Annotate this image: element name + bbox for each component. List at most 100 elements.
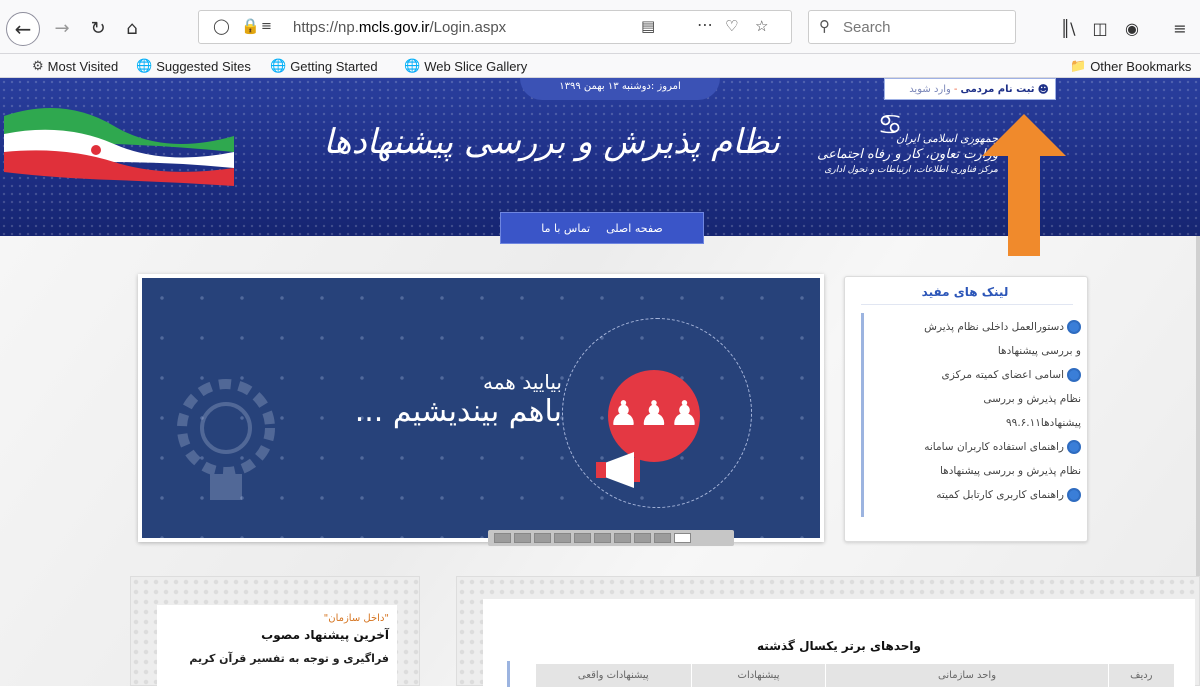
latest-tag: "داخل سازمان" (323, 613, 389, 624)
main-nav: صفحه اصلی تماس با ما (500, 212, 704, 244)
site-title: نظام پذیرش و بررسی پیشنهادها (323, 122, 780, 162)
people-icon: ♟♟♟ (608, 394, 700, 434)
ministry-line-3: مرکز فناوری اطلاعات، ارتباطات و تحول ادا… (824, 165, 998, 175)
useful-links-panel: لینک های مفید دستورالعمل داخلی نظام پذیر… (844, 276, 1088, 542)
reload-button[interactable]: ↻ (84, 14, 112, 42)
slider-dot[interactable] (574, 533, 591, 543)
col-row: ردیف (1107, 663, 1176, 688)
useful-link-label: اسامی اعضای کمیته مرکزی (941, 369, 1064, 381)
bookmark-other-bookmarks[interactable]: 📁 Other Bookmarks (1070, 58, 1191, 74)
top-units-panel: واحدهای برتر یکسال گذشته ردیف واحد سازما… (456, 576, 1200, 688)
slide-text: بیایید همه باهم بیندیشیم ... (354, 370, 562, 429)
useful-links-list: دستورالعمل داخلی نظام پذیرش و بررسی پیشنه… (861, 315, 1081, 507)
back-button[interactable]: ← (6, 12, 40, 46)
home-button[interactable]: ⌂ (118, 14, 146, 42)
menu-icon[interactable]: ≡ (1166, 14, 1194, 42)
top-units-table: ردیف واحد سازمانی پیشنهادات پیشنهادات وا… (535, 663, 1176, 688)
gear-icon: ⚙ (32, 58, 44, 73)
slider-dot[interactable] (494, 533, 511, 543)
slider-dot[interactable] (554, 533, 571, 543)
top-units-title: واحدهای برتر یکسال گذشته (757, 639, 921, 653)
sidebar-icon[interactable]: ◫ (1086, 14, 1114, 42)
globe-icon: 🌐 (136, 58, 153, 73)
speech-bubble: ♟♟♟ (608, 370, 700, 462)
library-icon[interactable]: ║\ (1054, 14, 1082, 42)
bookmarks-bar: ⚙ Most Visited 🌐 Suggested Sites 🌐 Getting … (0, 54, 1200, 78)
globe-icon (1067, 368, 1081, 382)
iran-flag-icon (4, 108, 234, 186)
useful-link-label: دستورالعمل داخلی نظام پذیرش (924, 321, 1064, 333)
useful-link-item[interactable]: اسامی اعضای کمیته مرکزی (861, 363, 1081, 387)
idea-gear-icon (177, 379, 275, 500)
lock-icon[interactable]: 🔒 (241, 17, 260, 35)
useful-link-item[interactable]: پیشنهادها۹۹.۶.۱۱ (861, 411, 1081, 435)
globe-icon: 🌐 (404, 58, 421, 73)
annotation-arrow (982, 114, 1066, 256)
useful-link-label: نظام پذیرش و بررسی (983, 393, 1081, 405)
ministry-line-2: وزارت تعاون، کار و رفاه اجتماعی (817, 147, 998, 162)
address-bar[interactable]: ◯ 🔒 ≡ https://np.mcls.gov.ir/Login.aspx … (198, 10, 792, 44)
reader-view-icon[interactable]: ▤ (641, 17, 655, 35)
page-actions-icon[interactable]: ⋯ (697, 15, 713, 34)
ministry-line-1: جمهوری اسلامی ایران (895, 132, 998, 145)
useful-link-item[interactable]: دستورالعمل داخلی نظام پذیرش (861, 315, 1081, 339)
forward-button[interactable]: → (48, 14, 76, 42)
useful-link-item[interactable]: و بررسی پیشنهادها (861, 339, 1081, 363)
account-icon[interactable]: ◉ (1118, 14, 1146, 42)
slider-dot[interactable] (594, 533, 611, 543)
bookmark-suggested-sites[interactable]: 🌐 Suggested Sites (136, 58, 251, 74)
nav-home[interactable]: صفحه اصلی (606, 222, 663, 235)
col-real-suggestions: پیشنهادات واقعی (535, 663, 692, 688)
latest-title: آخرین پیشنهاد مصوب (261, 628, 389, 642)
slider-dot[interactable] (634, 533, 651, 543)
slide-line-1: بیایید همه (483, 370, 562, 394)
pocket-icon[interactable]: ♡ (725, 17, 738, 35)
search-placeholder: Search (843, 19, 891, 36)
search-icon: ⚲ (819, 17, 830, 35)
slider-dot[interactable] (614, 533, 631, 543)
globe-icon (1067, 440, 1081, 454)
slide[interactable]: بیایید همه باهم بیندیشیم ... ♟♟♟ (142, 278, 820, 538)
col-suggestions: پیشنهادات (690, 663, 827, 688)
bookmark-getting-started[interactable]: 🌐 Getting Started (270, 58, 378, 74)
useful-link-label: پیشنهادها۹۹.۶.۱۱ (1006, 417, 1081, 429)
nav-contact[interactable]: تماس با ما (541, 222, 590, 235)
ministry-logo-text: جمهوری اسلامی ایران وزارت تعاون، کار و ر… (798, 132, 998, 175)
bookmark-web-slice-gallery[interactable]: 🌐 Web Slice Gallery (404, 58, 527, 74)
bookmark-star-icon[interactable]: ☆ (755, 17, 768, 35)
login-link[interactable]: وارد شوید (909, 84, 951, 95)
useful-link-label: و بررسی پیشنهادها (997, 345, 1081, 357)
latest-item[interactable]: فراگیری و توجه به تفسیر قرآن کریم (165, 652, 389, 665)
shield-icon[interactable]: ◯ (213, 17, 230, 35)
useful-link-item[interactable]: راهنمای کاربری کارتابل کمیته (861, 483, 1081, 507)
folder-icon: 📁 (1070, 58, 1087, 73)
slide-line-2: باهم بیندیشیم ... (354, 394, 562, 429)
register-link[interactable]: ثبت نام مردمی (960, 84, 1034, 95)
col-unit: واحد سازمانی (825, 663, 1109, 688)
user-icon: ☻ (1037, 82, 1049, 96)
slider-dot[interactable] (654, 533, 671, 543)
globe-icon (1067, 320, 1081, 334)
slider-pager (488, 530, 734, 546)
globe-icon (1067, 488, 1081, 502)
current-date: امروز :دوشنبه ۱۳ بهمن ۱۳۹۹ (520, 78, 720, 100)
useful-link-label: نظام پذیرش و بررسی پیشنهادها (939, 465, 1081, 477)
useful-link-item[interactable]: نظام پذیرش و بررسی (861, 387, 1081, 411)
useful-link-label: راهنمای کاربری کارتابل کمیته (936, 489, 1064, 501)
megaphone-icon (596, 452, 640, 488)
url-text[interactable]: https://np.mcls.gov.ir/Login.aspx (293, 19, 506, 36)
slider-dot[interactable] (534, 533, 551, 543)
image-slider[interactable]: بیایید همه باهم بیندیشیم ... ♟♟♟ (138, 274, 824, 546)
globe-icon: 🌐 (270, 58, 287, 73)
bookmark-most-visited[interactable]: ⚙ Most Visited (32, 58, 118, 74)
slider-dot[interactable] (514, 533, 531, 543)
login-box: ☻ ثبت نام مردمی - وارد شوید (884, 78, 1056, 100)
useful-link-label: راهنمای استفاده کاربران سامانه (924, 441, 1064, 453)
useful-link-item[interactable]: نظام پذیرش و بررسی پیشنهادها (861, 459, 1081, 483)
search-box[interactable]: ⚲ Search (808, 10, 1016, 44)
useful-links-title: لینک های مفید (921, 285, 1009, 299)
slider-dot-active[interactable] (674, 533, 691, 543)
browser-toolbar: ← → ↻ ⌂ ◯ 🔒 ≡ https://np.mcls.gov.ir/Log… (0, 0, 1200, 54)
permissions-icon[interactable]: ≡ (261, 19, 272, 34)
useful-link-item[interactable]: راهنمای استفاده کاربران سامانه (861, 435, 1081, 459)
